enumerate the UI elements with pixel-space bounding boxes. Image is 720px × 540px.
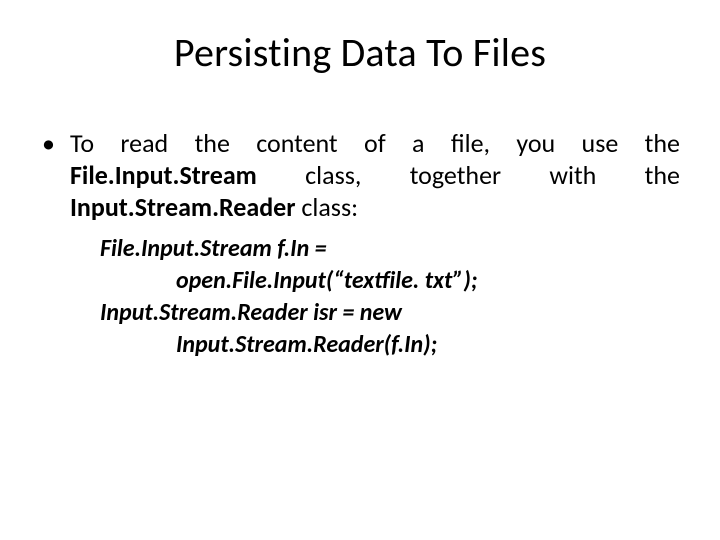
code-line-3: Input.Stream.Reader isr = new <box>100 298 402 327</box>
bullet-item: • To read the content of a file, you use… <box>40 127 680 223</box>
bullet-text-post: class: <box>295 191 358 223</box>
bullet-bold-1: File.Input.Stream <box>70 159 257 191</box>
code-block: File.Input.Stream f.In = open.File.Input… <box>100 233 680 361</box>
slide-title: Persisting Data To Files <box>40 28 680 77</box>
code-line-4: Input.Stream.Reader(f.In); <box>100 330 437 359</box>
bullet-text-pre: To read the content of a file, you use t… <box>70 127 680 159</box>
slide: Persisting Data To Files • To read the c… <box>0 0 720 540</box>
bullet-text: To read the content of a file, you use t… <box>70 127 680 223</box>
code-line-2: open.File.Input(“textfile. txt”); <box>100 266 478 295</box>
bullet-marker: • <box>40 127 70 159</box>
bullet-text-mid: class, together with the <box>257 159 680 191</box>
bullet-bold-2: Input.Stream.Reader <box>70 191 295 223</box>
code-line-1: File.Input.Stream f.In = <box>100 234 327 263</box>
